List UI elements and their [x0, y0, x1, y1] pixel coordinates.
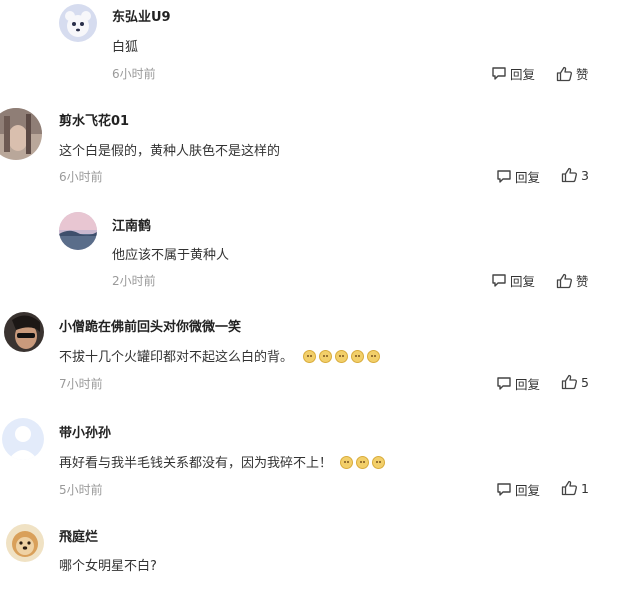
username[interactable]: 东弘业U9	[112, 6, 171, 25]
avatar[interactable]	[59, 4, 97, 42]
comment-text: 他应该不属于黄种人	[112, 248, 230, 263]
comment-text: 不拔十几个火罐印都对不起这么白的背。	[59, 346, 381, 365]
smile-emoji-icon	[372, 456, 386, 469]
like-button[interactable]: 1	[561, 480, 589, 496]
username[interactable]: 小僧跪在佛前回头对你微微一笑	[59, 316, 241, 335]
like-count: 3	[581, 167, 589, 183]
timestamp: 2小时前	[112, 274, 156, 288]
reply-button[interactable]: 回复	[496, 374, 540, 393]
reply-label: 回复	[515, 483, 541, 498]
timestamp: 5小时前	[59, 483, 103, 497]
smile-emoji-icon	[351, 350, 365, 363]
thumbs-up-icon	[556, 66, 572, 81]
reply-button[interactable]: 回复	[491, 271, 535, 290]
comment-item: 带小孙孙 再好看与我半毛钱关系都没有，因为我碎不上！ 5小时前 回复 1	[0, 412, 630, 512]
reply-icon	[497, 377, 511, 390]
smile-emoji-icon	[356, 456, 370, 469]
like-count: 赞	[576, 67, 589, 82]
smile-emoji-icon	[303, 350, 317, 363]
like-button[interactable]: 3	[561, 167, 589, 183]
reply-icon	[492, 274, 506, 287]
reply-label: 回复	[510, 274, 536, 289]
like-button[interactable]: 5	[561, 374, 589, 390]
like-count: 5	[581, 374, 589, 390]
thumbs-up-icon	[561, 167, 577, 183]
reply-label: 回复	[515, 170, 541, 185]
reply-icon	[497, 170, 511, 183]
comment-item: 小僧跪在佛前回头对你微微一笑 不拔十几个火罐印都对不起这么白的背。 7小时前 回…	[0, 306, 630, 406]
comment-item: 东弘业U9 白狐 6小时前 回复 赞	[0, 0, 630, 100]
reply-icon	[492, 67, 506, 80]
username[interactable]: 剪水飞花01	[59, 110, 129, 129]
smile-emoji-icon	[340, 456, 354, 469]
smile-emoji-icon	[319, 350, 333, 363]
timestamp: 6小时前	[112, 67, 156, 81]
username[interactable]: 飛庭烂	[59, 526, 98, 545]
reply-icon	[497, 483, 511, 496]
avatar[interactable]	[0, 108, 42, 160]
thumbs-up-icon	[561, 480, 577, 496]
smile-emoji-icon	[335, 350, 349, 363]
timestamp: 7小时前	[59, 377, 103, 391]
like-count: 1	[581, 480, 589, 496]
avatar[interactable]	[6, 524, 44, 562]
reply-label: 回复	[510, 67, 536, 82]
timestamp: 6小时前	[59, 170, 103, 184]
comment-text: 这个白是假的，黄种人肤色不是这样的	[59, 144, 281, 159]
comment-text-body: 再好看与我半毛钱关系都没有，因为我碎不上！	[59, 456, 333, 471]
smile-emoji-icon	[367, 350, 381, 363]
comment-item: 江南鹤 他应该不属于黄种人 2小时前 回复 赞	[0, 206, 630, 302]
comment-text: 白狐	[112, 40, 139, 55]
comment-text-body: 不拔十几个火罐印都对不起这么白的背。	[59, 350, 294, 365]
like-button[interactable]: 赞	[556, 64, 589, 83]
avatar[interactable]	[59, 212, 97, 250]
reply-button[interactable]: 回复	[496, 480, 540, 499]
reply-button[interactable]: 回复	[491, 64, 535, 83]
comment-text: 再好看与我半毛钱关系都没有，因为我碎不上！	[59, 452, 386, 471]
username[interactable]: 带小孙孙	[59, 422, 111, 441]
avatar[interactable]	[2, 418, 44, 460]
thumbs-up-icon	[561, 374, 577, 390]
thumbs-up-icon	[556, 273, 572, 288]
username[interactable]: 江南鹤	[112, 215, 151, 234]
avatar[interactable]	[4, 312, 44, 352]
reply-button[interactable]: 回复	[496, 167, 540, 186]
comment-text: 哪个女明星不白?	[59, 559, 157, 574]
like-button[interactable]: 赞	[556, 271, 589, 290]
comment-item: 剪水飞花01 这个白是假的，黄种人肤色不是这样的 6小时前 回复 3	[0, 100, 630, 200]
like-count: 赞	[576, 274, 589, 289]
comment-item: 飛庭烂 哪个女明星不白?	[0, 518, 630, 597]
reply-label: 回复	[515, 377, 541, 392]
